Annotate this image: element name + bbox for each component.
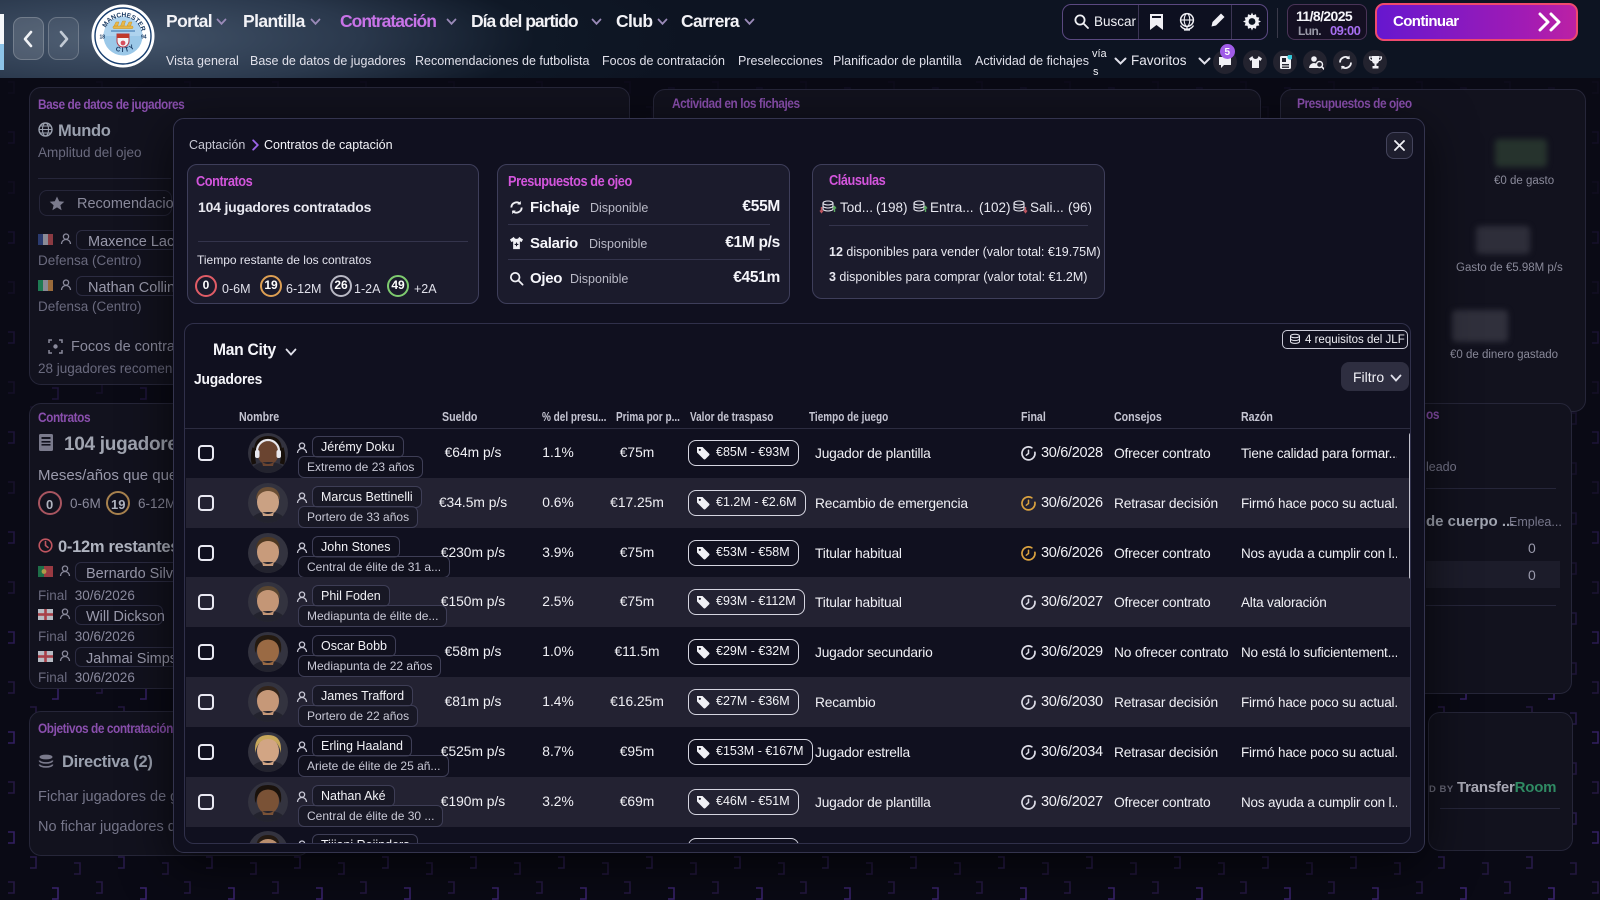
svg-text:94: 94 — [141, 35, 147, 41]
svg-text:18: 18 — [100, 35, 106, 41]
